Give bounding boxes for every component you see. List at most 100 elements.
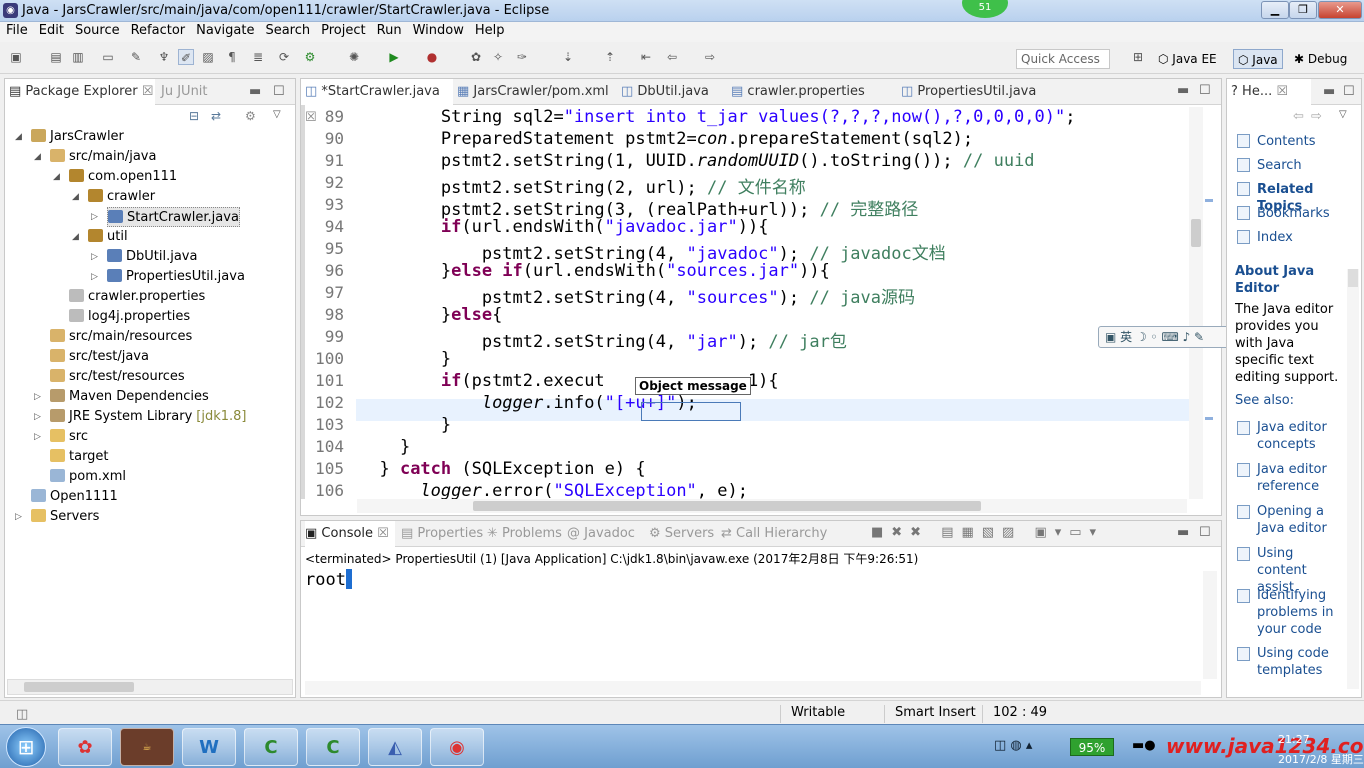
open-type-icon[interactable]: ✧ [490,49,506,65]
taskbar-camtasia-icon[interactable]: C [244,728,298,766]
close-icon[interactable]: ☒ [142,84,154,99]
tree-item[interactable]: JarsCrawler [31,127,124,147]
new-icon[interactable]: ▣ [8,49,24,65]
maximize-button[interactable]: ❐ [1289,1,1317,19]
help-menu-icon[interactable]: ▽ [1339,109,1347,120]
editor-tab[interactable]: ▦ JarsCrawler/pom.xml [453,79,617,105]
tab-help[interactable]: ? He... ☒ [1227,79,1311,105]
minimize-view-icon[interactable]: ▬ [245,79,261,105]
tree-item[interactable]: src [50,427,88,447]
console-tab[interactable]: @ Javadoc [567,521,635,547]
tree-item[interactable]: src/test/resources [50,367,185,387]
console-tab[interactable]: ▣ Console ☒ [305,521,395,547]
forward-icon[interactable]: ⇨ [702,49,718,65]
code-line[interactable]: } [359,437,410,457]
taskbar-app-icon[interactable]: ✿ [58,728,112,766]
console-horizontal-scrollbar[interactable] [305,681,1201,695]
quick-access-field[interactable]: Quick Access [1016,49,1110,69]
editor-tab[interactable]: ▤ crawler.properties [727,79,897,105]
editor-tab[interactable]: ◫ DbUtil.java [617,79,727,105]
link-with-editor-icon[interactable]: ⇄ [211,109,221,123]
expand-twisty-icon[interactable]: ▷ [34,392,41,402]
help-forward-icon[interactable]: ⇨ [1311,109,1322,124]
minimize-editor-icon[interactable]: ▬ [1177,83,1189,98]
java-perspective-icon[interactable]: ♆ [156,49,172,65]
tree-item[interactable]: log4j.properties [69,307,190,327]
collapse-twisty-icon[interactable]: ◢ [15,132,22,142]
save-all-icon[interactable]: ▥ [70,49,86,65]
horizontal-scrollbar[interactable] [7,679,293,695]
see-also-link[interactable]: Java editor concepts [1257,419,1341,453]
maximize-view-icon[interactable]: ☐ [269,79,285,105]
tree-item[interactable]: crawler [88,187,155,207]
menu-project[interactable]: Project [315,22,370,38]
console-tab[interactable]: ⇄ Call Hierarchy [721,521,827,547]
tray-icons[interactable]: ◫ ◍ ▴ [994,738,1032,753]
refresh-icon[interactable]: ⟳ [276,49,292,65]
expand-twisty-icon[interactable]: ▷ [91,272,98,282]
block-select-icon[interactable]: ▨ [200,49,216,65]
see-also-link[interactable]: Opening a Java editor [1257,503,1341,537]
tree-item[interactable]: StartCrawler.java [107,207,240,227]
tab-junit[interactable]: Ju JUnit [157,79,208,105]
code-line[interactable]: } [359,415,451,435]
see-also-link[interactable]: Java editor reference [1257,461,1341,495]
power-icon[interactable]: ▬● [1132,738,1156,753]
taskbar-chrome-icon[interactable]: ◉ [430,728,484,766]
menu-refactor[interactable]: Refactor [125,22,191,38]
menu-source[interactable]: Source [69,22,125,38]
tree-item[interactable]: src/test/java [50,347,149,367]
code-line[interactable]: String sql2="insert into t_jar values(?,… [359,107,1076,127]
menu-help[interactable]: Help [469,22,510,38]
tree-item[interactable]: src/main/resources [50,327,192,347]
toggle-mark-icon[interactable]: ✐ [178,49,194,65]
taskbar-dolphin-icon[interactable]: ◭ [368,728,422,766]
tree-item[interactable]: com.open111 [69,167,177,187]
console-vertical-scrollbar[interactable] [1203,571,1217,679]
maximize-editor-icon[interactable]: ☐ [1199,83,1211,98]
see-also-link[interactable]: Identifying problems in your code [1257,587,1341,638]
close-button[interactable]: ✕ [1318,1,1362,19]
tree-item[interactable]: target [50,447,109,467]
filter-icon[interactable]: ⚙ [245,109,256,123]
perspective-java-ee[interactable]: ⬡ Java EE [1154,49,1221,69]
show-whitespace-icon[interactable]: ¶ [224,49,240,65]
search-toolbar-icon[interactable]: ✑ [514,49,530,65]
start-button[interactable]: ⊞ [6,727,46,767]
expand-twisty-icon[interactable]: ▷ [34,432,41,442]
editor-tab[interactable]: ◫ PropertiesUtil.java [897,79,1047,105]
collapse-twisty-icon[interactable]: ◢ [72,192,79,202]
collapse-twisty-icon[interactable]: ◢ [72,232,79,242]
minimize-button[interactable]: ▁ [1261,1,1289,19]
tree-item[interactable]: DbUtil.java [107,247,197,267]
help-back-icon[interactable]: ⇦ [1293,109,1304,124]
back-icon[interactable]: ⇦ [664,49,680,65]
tree-item[interactable]: JRE System Library [jdk1.8] [50,407,247,427]
editor-horizontal-scrollbar[interactable] [357,499,1187,513]
code-line[interactable]: if(url.endsWith("javadoc.jar")){ [359,217,769,237]
help-scrollbar-thumb[interactable] [1348,269,1358,287]
console-tab[interactable]: ⚙ Servers [649,521,714,547]
tree-item[interactable]: pom.xml [50,467,126,487]
help-link[interactable]: Contents [1257,133,1315,150]
console-tab[interactable]: ✳ Problems [487,521,562,547]
tree-item[interactable]: Maven Dependencies [50,387,209,407]
console-tab[interactable]: ▤ Properties [401,521,483,547]
collapse-twisty-icon[interactable]: ◢ [53,172,60,182]
see-also-link[interactable]: Using code templates [1257,645,1341,679]
menu-file[interactable]: File [0,22,33,38]
perspective-java[interactable]: ⬡ Java [1233,49,1283,69]
perspective-debug[interactable]: ✱ Debug [1290,49,1351,69]
close-icon[interactable]: ☒ [1276,84,1288,99]
minimize-help-icon[interactable]: ▬ [1319,79,1335,105]
close-icon[interactable]: ☒ [373,526,389,541]
maximize-help-icon[interactable]: ☐ [1339,79,1355,105]
menu-search[interactable]: Search [259,22,315,38]
code-line[interactable]: pstmt2.setString(1, UUID.randomUUID().to… [359,151,1035,171]
menu-run[interactable]: Run [371,22,407,38]
help-link[interactable]: Search [1257,157,1302,174]
open-perspective-icon[interactable]: ⊞ [1130,49,1146,65]
console-icon[interactable]: ▭ [100,49,116,65]
tree-item[interactable]: util [88,227,128,247]
tree-item[interactable]: Open1111 [31,487,118,507]
